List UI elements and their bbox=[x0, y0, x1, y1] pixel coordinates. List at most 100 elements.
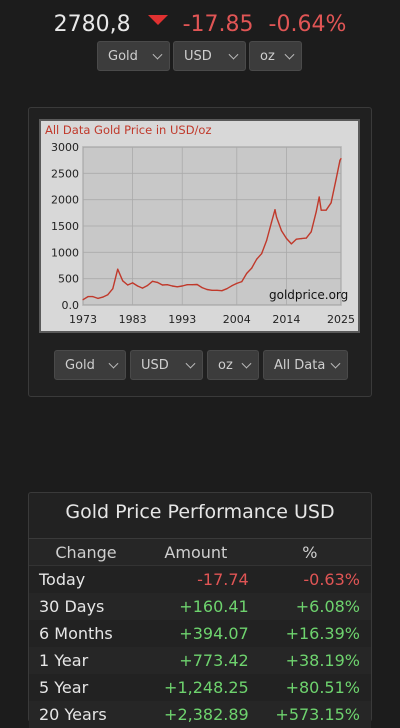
table-row: 6 Months +394.07 +16.39% bbox=[29, 620, 371, 647]
header-change: Change bbox=[29, 539, 144, 566]
unit-select[interactable]: oz bbox=[249, 41, 302, 71]
header-amount: Amount bbox=[143, 539, 249, 566]
data-point bbox=[127, 284, 129, 286]
row-label: 1 Year bbox=[29, 647, 144, 674]
data-point bbox=[295, 238, 297, 240]
row-percent: +16.39% bbox=[285, 624, 360, 643]
data-point bbox=[181, 285, 183, 287]
data-point bbox=[339, 159, 341, 161]
chart-unit-select[interactable]: oz bbox=[207, 350, 259, 380]
unit-select-value: oz bbox=[260, 48, 275, 64]
chart-currency-select[interactable]: USD bbox=[130, 350, 203, 380]
data-point bbox=[318, 196, 320, 198]
data-point bbox=[261, 253, 263, 255]
data-point bbox=[107, 294, 109, 296]
row-label: 5 Year bbox=[39, 678, 89, 697]
performance-panel: Gold Price Performance USD Change Amount… bbox=[28, 492, 372, 728]
row-amount: +2,382.89 bbox=[143, 701, 249, 728]
row-amount: +394.07 bbox=[179, 624, 249, 643]
currency-select-value: USD bbox=[184, 48, 212, 64]
row-label: 6 Months bbox=[39, 624, 113, 643]
data-point bbox=[310, 231, 312, 233]
data-point bbox=[196, 283, 198, 286]
data-point bbox=[335, 179, 337, 181]
data-point bbox=[221, 290, 223, 292]
data-point bbox=[117, 268, 119, 270]
table-row: Today -17.74 -0.63% bbox=[29, 566, 371, 594]
y-tick-label: 2000 bbox=[51, 194, 79, 207]
x-tick-label: 2025 bbox=[327, 313, 355, 326]
y-tick-label: 1500 bbox=[51, 220, 79, 233]
row-amount: -17.74 bbox=[197, 570, 249, 589]
data-point bbox=[122, 280, 124, 282]
chart-frame: 0.0 500 1000 1500 2000 2500 3000 1973 1983 1993 20… bbox=[39, 119, 360, 333]
table-row: 20 Years +2,382.89 +573.15% bbox=[29, 701, 371, 728]
x-tick-label: 1973 bbox=[69, 313, 97, 326]
data-point bbox=[231, 285, 233, 287]
data-point bbox=[171, 285, 173, 287]
chart-range-select[interactable]: All Data bbox=[263, 350, 348, 380]
data-point bbox=[315, 211, 317, 213]
y-tick-label: 2500 bbox=[51, 167, 79, 180]
price-header: 2780,8 -17.85 -0.64% bbox=[0, 8, 400, 42]
x-tick-label: 1993 bbox=[168, 313, 196, 326]
row-percent: -0.63% bbox=[303, 570, 360, 589]
chevron-down-icon bbox=[284, 49, 295, 60]
row-amount: +1,248.25 bbox=[164, 678, 249, 697]
data-point bbox=[137, 285, 139, 287]
data-point bbox=[141, 287, 144, 289]
data-point bbox=[274, 209, 276, 211]
x-tick-label: 2014 bbox=[272, 313, 300, 326]
data-point bbox=[92, 296, 94, 298]
chevron-down-icon bbox=[185, 358, 196, 369]
currency-select[interactable]: USD bbox=[173, 41, 246, 71]
data-point bbox=[285, 237, 287, 239]
chart-metal-select[interactable]: Gold bbox=[54, 350, 126, 380]
data-point bbox=[320, 209, 322, 211]
chevron-down-icon bbox=[152, 49, 163, 60]
row-amount: +160.41 bbox=[143, 593, 249, 620]
chevron-down-icon bbox=[108, 358, 119, 369]
data-point bbox=[186, 284, 188, 286]
data-point bbox=[300, 238, 302, 240]
data-point bbox=[330, 202, 332, 204]
row-amount: +773.42 bbox=[143, 647, 249, 674]
data-point bbox=[161, 284, 163, 286]
data-point bbox=[151, 280, 154, 282]
data-point bbox=[325, 209, 327, 211]
data-point bbox=[275, 216, 278, 218]
data-point bbox=[156, 281, 158, 283]
price-change-percent: -0.64% bbox=[268, 12, 347, 37]
data-point bbox=[226, 288, 228, 290]
data-point bbox=[82, 299, 84, 301]
row-label: 20 Years bbox=[29, 701, 144, 728]
table-row: 30 Days +160.41 +6.08% bbox=[29, 593, 371, 620]
chart-unit-select-value: oz bbox=[218, 357, 233, 373]
data-point bbox=[280, 230, 283, 232]
data-point bbox=[102, 296, 104, 298]
row-percent: +38.19% bbox=[248, 647, 371, 674]
data-point bbox=[112, 288, 114, 290]
data-point bbox=[146, 284, 149, 287]
data-point bbox=[241, 281, 243, 283]
y-tick-label: 3000 bbox=[51, 141, 79, 154]
current-price: 2780,8 bbox=[53, 12, 131, 37]
price-change: -17.85 bbox=[182, 12, 254, 37]
data-point bbox=[251, 267, 253, 269]
chart-currency-select-value: USD bbox=[141, 357, 169, 373]
metal-select[interactable]: Gold bbox=[97, 41, 170, 71]
chart-title: All Data Gold Price in USD/oz bbox=[45, 123, 212, 137]
row-percent: +6.08% bbox=[248, 593, 371, 620]
data-point bbox=[97, 297, 99, 299]
data-point bbox=[176, 286, 178, 288]
performance-table: Change Amount % Today -17.74 -0.63% 30 Days… bbox=[29, 539, 371, 728]
data-point bbox=[132, 282, 134, 284]
data-point bbox=[270, 221, 273, 223]
data-point bbox=[87, 296, 89, 298]
data-point bbox=[211, 289, 213, 291]
chart-watermark: goldprice.org bbox=[269, 288, 348, 302]
row-label: 30 Days bbox=[29, 593, 144, 620]
data-point bbox=[340, 158, 342, 160]
chart-metal-select-value: Gold bbox=[65, 357, 95, 373]
chevron-down-icon bbox=[228, 49, 239, 60]
